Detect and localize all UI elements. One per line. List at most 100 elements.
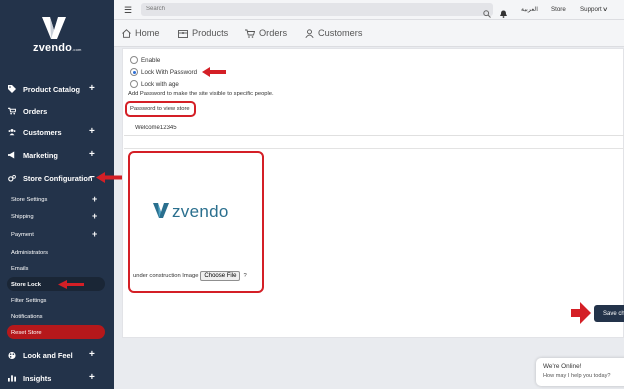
sidebar-item-customers[interactable]: Customers + bbox=[0, 123, 114, 141]
zvendo-logo-icon bbox=[42, 17, 66, 39]
sidebar-subitem-filter-settings[interactable]: Filter Settings bbox=[0, 293, 114, 308]
sidebar-item-label: Look and Feel bbox=[23, 350, 73, 360]
sidebar-item-marketing[interactable]: Marketing + bbox=[0, 146, 114, 164]
radio-button[interactable] bbox=[130, 80, 138, 88]
brand-wordmark: zvendo bbox=[172, 202, 229, 221]
tag-icon bbox=[8, 85, 16, 93]
quick-tabs: Home Products Orders Customers bbox=[114, 20, 624, 47]
radio-enable[interactable]: Enable bbox=[130, 55, 160, 65]
chat-title: We're Online! bbox=[543, 363, 582, 370]
chat-subtitle: How may I help you today? bbox=[543, 373, 611, 379]
radio-lock-with-age[interactable]: Lock with age bbox=[130, 79, 179, 89]
chevron-down-icon: ∨ bbox=[602, 7, 609, 13]
expand-icon[interactable]: + bbox=[92, 195, 97, 204]
expand-icon[interactable]: + bbox=[89, 84, 95, 94]
expand-icon[interactable]: + bbox=[89, 373, 95, 383]
sidebar-subitem-notifications[interactable]: Notifications bbox=[0, 309, 114, 324]
annotation-arrow-icon bbox=[202, 67, 226, 77]
annotation-arrow-icon bbox=[58, 280, 84, 289]
subitem-label: Filter Settings bbox=[11, 297, 47, 304]
subitem-label: Shipping bbox=[11, 213, 34, 220]
user-icon bbox=[305, 28, 314, 38]
collapse-icon[interactable]: − bbox=[89, 173, 95, 183]
gears-icon bbox=[8, 174, 16, 182]
sidebar-item-label: Store Configuration bbox=[23, 173, 93, 183]
expand-icon[interactable]: + bbox=[89, 350, 95, 360]
helper-text: Add Password to make the site visible to… bbox=[128, 91, 274, 97]
subitem-label: Emails bbox=[11, 265, 29, 272]
megaphone-icon bbox=[8, 151, 16, 159]
hamburger-menu-icon[interactable]: ☰ bbox=[124, 5, 132, 16]
save-changes-button[interactable]: Save ch bbox=[594, 305, 624, 322]
sidebar-subitem-payment[interactable]: Payment + bbox=[0, 227, 114, 242]
sidebar-subitem-emails[interactable]: Emails bbox=[0, 261, 114, 276]
expand-icon[interactable]: + bbox=[89, 127, 95, 137]
radio-label: Lock With Password bbox=[141, 68, 198, 76]
choose-file-button[interactable]: Choose File bbox=[200, 271, 241, 281]
tab-home[interactable]: Home bbox=[122, 28, 160, 38]
radio-button-checked[interactable] bbox=[130, 68, 138, 76]
sidebar-item-label: Marketing bbox=[23, 150, 58, 160]
sidebar-subitem-store-settings[interactable]: Store Settings + bbox=[0, 192, 114, 207]
support-menu[interactable]: Support ∨ bbox=[580, 6, 609, 13]
help-icon[interactable]: ? bbox=[243, 273, 246, 279]
logo-suffix: .com bbox=[72, 47, 82, 52]
chat-widget[interactable]: We're Online! How may I help you today? bbox=[536, 358, 624, 386]
logo-text: zvendo bbox=[33, 42, 73, 54]
cart-icon bbox=[245, 29, 255, 38]
tab-label: Products bbox=[192, 28, 229, 38]
subitem-label: Notifications bbox=[11, 313, 43, 320]
sidebar-item-label: Orders bbox=[23, 106, 48, 116]
tab-label: Customers bbox=[318, 28, 363, 38]
radio-label: Enable bbox=[141, 56, 161, 64]
subitem-label: Reset Store bbox=[11, 329, 42, 336]
sidebar-item-label: Insights bbox=[23, 373, 52, 383]
tab-customers[interactable]: Customers bbox=[305, 28, 362, 38]
support-label: Support bbox=[580, 6, 602, 13]
expand-icon[interactable]: + bbox=[92, 230, 97, 239]
subitem-label: Payment bbox=[11, 231, 34, 238]
sidebar-item-label: Product Catalog bbox=[23, 84, 81, 94]
divider bbox=[124, 148, 624, 149]
logo[interactable]: zvendo.com bbox=[0, 12, 114, 62]
sidebar-item-insights[interactable]: Insights + bbox=[0, 369, 114, 387]
box-icon bbox=[178, 29, 188, 38]
radio-label: Lock with age bbox=[141, 80, 179, 88]
search-input[interactable] bbox=[141, 3, 493, 16]
language-switch[interactable]: العربية bbox=[521, 6, 538, 13]
sidebar-item-label: Customers bbox=[23, 127, 62, 137]
users-icon bbox=[8, 128, 16, 136]
sidebar-subitem-reset-store[interactable]: Reset Store bbox=[0, 325, 114, 340]
cart-icon bbox=[8, 107, 16, 115]
home-icon bbox=[122, 28, 131, 38]
subitem-label: Administrators bbox=[11, 249, 49, 256]
sidebar-item-look-and-feel[interactable]: Look and Feel + bbox=[0, 346, 114, 364]
subitem-label: Store Lock bbox=[11, 281, 41, 288]
upload-row: under construction Image Choose File ? bbox=[133, 271, 247, 281]
topbar: ☰ العربية Store Support ∨ bbox=[114, 0, 624, 20]
expand-icon[interactable]: + bbox=[89, 150, 95, 160]
store-link[interactable]: Store bbox=[551, 6, 566, 13]
radio-lock-with-password[interactable]: Lock With Password bbox=[130, 67, 197, 77]
tab-label: Orders bbox=[259, 28, 288, 38]
sidebar-item-orders[interactable]: Orders bbox=[0, 102, 114, 120]
sidebar-subitem-shipping[interactable]: Shipping + bbox=[0, 209, 114, 224]
annotation-arrow-icon bbox=[571, 302, 591, 324]
chart-icon bbox=[8, 374, 16, 382]
zvendo-brand-icon bbox=[153, 203, 169, 218]
radio-button[interactable] bbox=[130, 56, 138, 64]
subitem-label: Store Settings bbox=[11, 196, 48, 203]
annotation-arrow-icon bbox=[96, 172, 122, 183]
password-label: Password to view store bbox=[125, 101, 196, 117]
palette-icon bbox=[8, 351, 16, 359]
sidebar-item-product-catalog[interactable]: Product Catalog + bbox=[0, 80, 114, 98]
expand-icon[interactable]: + bbox=[92, 212, 97, 221]
sidebar: zvendo.com Product Catalog + Orders Cust… bbox=[0, 0, 114, 389]
tab-orders[interactable]: Orders bbox=[245, 28, 287, 38]
tab-products[interactable]: Products bbox=[178, 28, 228, 38]
sidebar-subitem-administrators[interactable]: Administrators bbox=[0, 245, 114, 260]
tab-label: Home bbox=[135, 28, 160, 38]
upload-label: under construction Image bbox=[133, 273, 199, 279]
password-input[interactable] bbox=[124, 120, 624, 136]
sidebar-subitem-store-lock[interactable]: Store Lock bbox=[0, 277, 114, 292]
